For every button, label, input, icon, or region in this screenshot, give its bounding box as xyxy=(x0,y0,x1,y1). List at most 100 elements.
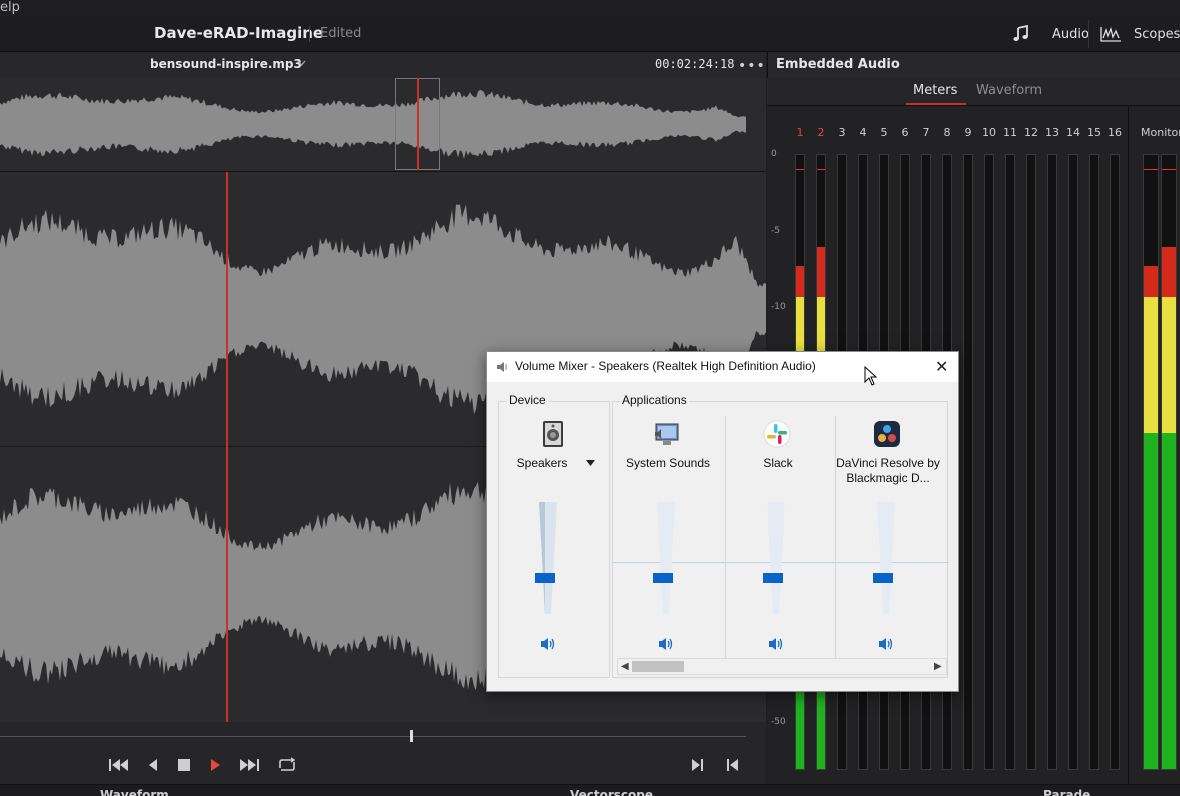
scroll-left-icon[interactable]: ◀ xyxy=(621,661,629,672)
waveform-scope-label[interactable]: Waveform xyxy=(100,788,169,796)
system-sounds-volume-track xyxy=(657,502,675,614)
monitor-meters: Monitor xyxy=(1128,106,1180,784)
tab-waveform[interactable]: Waveform xyxy=(976,83,1042,98)
volume-mixer-title: Volume Mixer - Speakers (Realtek High De… xyxy=(515,359,816,373)
project-title: Dave-eRAD-Imagine xyxy=(154,24,324,42)
audio-label: Audio xyxy=(1052,26,1089,42)
volume-mixer-window[interactable]: Volume Mixer - Speakers (Realtek High De… xyxy=(486,351,959,692)
audio-button[interactable]: Audio xyxy=(1012,24,1089,44)
peak-indicator xyxy=(1144,169,1158,170)
channel-meter-9 xyxy=(963,154,973,770)
app-davinci-resolve: DaVinci Resolve by Blackmagic D... xyxy=(833,418,943,658)
channel-number-1: 1 xyxy=(796,126,804,139)
meter-segment xyxy=(817,247,825,297)
play-button[interactable] xyxy=(204,756,226,774)
slack-volume-track xyxy=(767,502,785,614)
channel-meter-14 xyxy=(1068,154,1078,770)
davinci-volume-thumb[interactable] xyxy=(873,573,893,584)
waveform-shape xyxy=(0,89,746,159)
db-label-50: -50 xyxy=(771,717,786,727)
app-name-system-sounds: System Sounds xyxy=(625,456,711,470)
mark-out-button[interactable] xyxy=(686,756,708,774)
chevron-down-icon[interactable] xyxy=(297,60,306,66)
meter-segment xyxy=(1162,247,1176,297)
scrub-track[interactable] xyxy=(0,736,746,737)
overview-playhead xyxy=(417,78,419,170)
meter-segment xyxy=(1144,297,1158,433)
previous-marker-icon xyxy=(727,759,738,771)
db-label-10: -10 xyxy=(771,302,786,312)
channel-number-15: 15 xyxy=(1087,126,1101,139)
parade-label[interactable]: Parade xyxy=(1043,788,1090,796)
system-sounds-icon xyxy=(655,423,679,445)
monitor-label: Monitor xyxy=(1141,126,1180,139)
menu-help-partial[interactable]: elp xyxy=(0,0,20,15)
timecode: 00:02:24:18 xyxy=(655,57,735,71)
peak-indicator xyxy=(1162,169,1176,170)
device-volume-slider[interactable] xyxy=(535,500,559,616)
monitor-meter-2 xyxy=(1161,154,1177,770)
slack-mute-icon[interactable] xyxy=(767,636,785,652)
device-name[interactable]: Speakers xyxy=(487,456,597,471)
app-name-davinci-resolve: DaVinci Resolve by Blackmagic D... xyxy=(836,456,940,485)
main-playhead xyxy=(226,172,228,722)
db-label-5: -5 xyxy=(771,226,780,236)
loop-icon xyxy=(279,757,296,771)
channel-number-16: 16 xyxy=(1108,126,1122,139)
volume-mixer-titlebar[interactable]: Volume Mixer - Speakers (Realtek High De… xyxy=(487,352,958,382)
skip-to-start-button[interactable] xyxy=(108,756,130,774)
transport-area xyxy=(0,722,766,784)
channel-number-14: 14 xyxy=(1066,126,1080,139)
scopes-button[interactable]: Scopes xyxy=(1100,24,1180,44)
stop-button[interactable] xyxy=(173,756,195,774)
slack-icon xyxy=(763,420,791,448)
davinci-volume-slider[interactable] xyxy=(873,500,897,616)
mark-in-button[interactable] xyxy=(722,756,744,774)
device-group: Device Speakers xyxy=(498,393,610,678)
app-system-sounds: System Sounds xyxy=(613,418,723,658)
channel-number-4: 4 xyxy=(859,126,867,139)
overview-waveform xyxy=(0,89,746,159)
waveform-overview[interactable] xyxy=(0,78,766,172)
skip-forward-icon xyxy=(240,759,259,771)
stop-icon xyxy=(178,759,190,771)
reverse-play-button[interactable] xyxy=(142,756,164,774)
scroll-right-icon[interactable]: ▶ xyxy=(934,661,942,672)
channel-number-7: 7 xyxy=(922,126,930,139)
device-group-label: Device xyxy=(507,393,548,407)
applications-group-label: Applications xyxy=(620,393,689,407)
vectorscope-label[interactable]: Vectorscope xyxy=(570,788,653,796)
loop-button[interactable] xyxy=(276,756,298,774)
play-reverse-icon xyxy=(149,759,157,771)
channel-meter-15 xyxy=(1089,154,1099,770)
title-separator xyxy=(309,26,310,42)
applications-horizontal-scrollbar[interactable]: ◀ ▶ xyxy=(617,658,947,675)
more-options-icon[interactable]: ••• xyxy=(738,58,766,74)
skip-back-icon xyxy=(109,759,128,771)
embedded-audio-title: Embedded Audio xyxy=(776,57,900,72)
scrub-handle[interactable] xyxy=(410,730,413,742)
slack-volume-slider[interactable] xyxy=(763,500,787,616)
scopes-label: Scopes xyxy=(1134,26,1180,42)
close-icon[interactable]: ✕ xyxy=(935,357,948,377)
channel-number-9: 9 xyxy=(964,126,972,139)
skip-to-end-button[interactable] xyxy=(238,756,260,774)
davinci-volume-track xyxy=(877,502,895,614)
davinci-mute-icon[interactable] xyxy=(877,636,895,652)
system-sounds-volume-thumb[interactable] xyxy=(653,573,673,584)
slack-volume-thumb[interactable] xyxy=(763,573,783,584)
scrollbar-thumb[interactable] xyxy=(632,661,684,672)
tab-meters[interactable]: Meters xyxy=(913,83,957,98)
system-sounds-volume-slider[interactable] xyxy=(653,500,677,616)
device-dropdown-icon[interactable] xyxy=(586,460,595,466)
channel-number-6: 6 xyxy=(901,126,909,139)
top-bar: Dave-eRAD-Imagine Edited Audio Scopes xyxy=(0,16,1180,52)
clip-name[interactable]: bensound-inspire.mp3 xyxy=(150,57,302,71)
device-volume-thumb[interactable] xyxy=(535,573,555,584)
channel-number-11: 11 xyxy=(1003,126,1017,139)
device-mute-icon[interactable] xyxy=(539,636,557,652)
channel-number-12: 12 xyxy=(1024,126,1038,139)
meter-segment xyxy=(1144,265,1158,297)
system-sounds-mute-icon[interactable] xyxy=(657,636,675,652)
app-slack: Slack xyxy=(723,418,833,658)
